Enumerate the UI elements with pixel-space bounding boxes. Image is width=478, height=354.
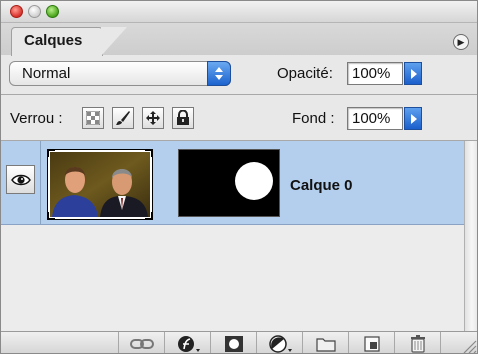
delete-layer-button[interactable] — [394, 332, 440, 353]
opacity-value: 100% — [352, 65, 391, 82]
blend-mode-value: Normal — [22, 65, 71, 82]
lock-position-button[interactable] — [142, 107, 164, 129]
vertical-scrollbar[interactable] — [464, 141, 477, 331]
tab-strip: Calques ▶ — [1, 23, 477, 56]
mask-circle — [235, 162, 273, 200]
resize-handle[interactable] — [440, 332, 477, 353]
link-layers-button[interactable] — [118, 332, 164, 353]
new-layer-button[interactable] — [348, 332, 394, 353]
title-bar — [1, 1, 477, 23]
lock-label: Verrou : — [10, 110, 63, 127]
new-group-icon — [315, 338, 336, 352]
padlock-icon — [177, 110, 189, 125]
checkerboard-icon — [86, 111, 100, 125]
close-window-button[interactable] — [10, 5, 23, 18]
fill-value: 100% — [352, 110, 391, 127]
tab-label: Calques — [24, 32, 83, 49]
panel-menu-icon: ▶ — [457, 37, 465, 47]
move-icon — [146, 111, 160, 125]
layer-name[interactable]: Calque 0 — [290, 177, 353, 194]
resize-grip-icon — [463, 340, 477, 353]
add-layer-mask-button[interactable] — [210, 332, 256, 353]
add-layer-style-button[interactable] — [164, 332, 210, 353]
opacity-label: Opacité: — [277, 65, 333, 82]
brush-icon — [116, 111, 130, 125]
tab-calques[interactable]: Calques — [11, 27, 103, 56]
link-icon — [129, 339, 154, 349]
fill-input[interactable]: 100% — [347, 107, 403, 130]
adjustment-layer-icon — [268, 335, 292, 353]
new-layer-icon — [363, 336, 380, 352]
select-arrows-icon[interactable] — [207, 61, 231, 86]
layer-style-icon — [177, 336, 200, 352]
layer-row[interactable]: Calque 0 — [1, 141, 464, 225]
blend-mode-select[interactable]: Normal — [9, 61, 231, 86]
panel-menu-button[interactable]: ▶ — [453, 34, 469, 50]
fill-label: Fond : — [292, 110, 335, 127]
opacity-slider-arrow-icon[interactable] — [404, 62, 422, 85]
new-group-button[interactable] — [302, 332, 348, 353]
layers-list: Calque 0 — [1, 141, 464, 331]
layer-thumbnail[interactable] — [47, 149, 153, 220]
blend-row: Normal Opacité: 100% — [1, 55, 477, 93]
new-adjustment-layer-button[interactable] — [256, 332, 302, 353]
layers-panel: Calques ▶ Normal Opacité: 100% Verrou : — [0, 0, 478, 354]
layer-mask-thumbnail[interactable] — [178, 149, 280, 217]
lock-all-button[interactable] — [172, 107, 194, 129]
trash-icon — [410, 335, 425, 353]
lock-pixels-button[interactable] — [112, 107, 134, 129]
lock-row: Verrou : Fond: 100% — [1, 101, 477, 137]
eye-icon — [10, 174, 31, 185]
opacity-input[interactable]: 100% — [347, 62, 403, 85]
layers-toolbar — [1, 331, 477, 353]
layer-mask-icon — [224, 336, 243, 352]
lock-transparency-button[interactable] — [82, 107, 104, 129]
visibility-toggle[interactable] — [6, 165, 35, 194]
photo-thumbnail-image — [50, 152, 150, 217]
minimize-window-button[interactable] — [28, 5, 41, 18]
fill-slider-arrow-icon[interactable] — [404, 107, 422, 130]
zoom-window-button[interactable] — [46, 5, 59, 18]
